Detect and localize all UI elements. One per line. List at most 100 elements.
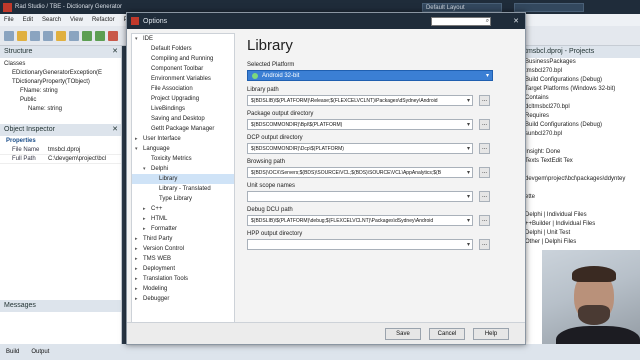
- chevron-down-icon[interactable]: ▾: [467, 96, 470, 105]
- tree-node[interactable]: TDictionaryProperty(TObject): [0, 78, 121, 87]
- project-tree-item[interactable]: tmsbcl270.bpl: [521, 67, 640, 76]
- save-button[interactable]: Save: [385, 328, 421, 340]
- nav-item[interactable]: ▸ Version Control: [132, 244, 234, 254]
- tree-node[interactable]: FName: string: [0, 87, 121, 96]
- project-tree-item[interactable]: [521, 202, 640, 211]
- project-tree-item[interactable]: Target Platforms (Windows 32-bit): [521, 85, 640, 94]
- nav-item[interactable]: Environment Variables: [132, 74, 234, 84]
- menu-item-edit[interactable]: Edit: [23, 17, 33, 23]
- save-all-icon[interactable]: [43, 30, 53, 41]
- browse-button[interactable]: ...: [479, 191, 490, 202]
- nav-item[interactable]: ▾ Language: [132, 144, 234, 154]
- nav-item[interactable]: Saving and Desktop: [132, 114, 234, 124]
- nav-item[interactable]: ▾ Delphi: [132, 164, 234, 174]
- project-tree-item[interactable]: Requires: [521, 112, 640, 121]
- cancel-button[interactable]: Cancel: [429, 328, 465, 340]
- project-tree-item[interactable]: Delphi | Unit Test: [521, 229, 640, 238]
- nav-item[interactable]: Project Upgrading: [132, 94, 234, 104]
- nav-item[interactable]: Type Library: [132, 194, 234, 204]
- properties-tab[interactable]: Properties: [0, 136, 121, 146]
- path-combo[interactable]: $(BDSCOMMONDIR)\Bpl\$(PLATFORM) ▾: [247, 119, 473, 130]
- nav-item[interactable]: ▸ Debugger: [132, 294, 234, 304]
- project-tree-item[interactable]: Contains: [521, 94, 640, 103]
- path-combo[interactable]: $(BDSLIB)\$(PLATFORM)\Release;$(FLEXCELV…: [247, 95, 473, 106]
- project-tree-item[interactable]: Insight: Done: [521, 148, 640, 157]
- tree-node[interactable]: EDictionaryGeneratorException(E: [0, 69, 121, 78]
- nav-item[interactable]: ▸ Modeling: [132, 284, 234, 294]
- run-icon[interactable]: [82, 30, 92, 41]
- property-value[interactable]: C:\devgem\project\bcl: [48, 155, 106, 163]
- bottom-tab-output[interactable]: Output: [31, 349, 49, 355]
- project-tree-item[interactable]: Build Configurations (Debug): [521, 76, 640, 85]
- project-tree-item[interactable]: Delphi | Individual Files: [521, 211, 640, 220]
- browse-button[interactable]: ...: [479, 119, 490, 130]
- tree-node[interactable]: Name: string: [0, 105, 121, 114]
- path-combo[interactable]: ▾: [247, 191, 473, 202]
- ide-search-input[interactable]: [513, 2, 584, 12]
- nav-item[interactable]: ▸ TMS WEB: [132, 254, 234, 264]
- project-tree-item[interactable]: Texts TextEdit Tex: [521, 157, 640, 166]
- run-without-debug-icon[interactable]: [95, 30, 105, 41]
- options-search-input[interactable]: ⌕: [431, 16, 492, 26]
- platform-select[interactable]: Android 32-bit ▾: [247, 70, 493, 81]
- path-combo[interactable]: $(BDS)\OCX\Servers;$(BDS)\SOURCE\VCL;$(B…: [247, 167, 473, 178]
- menu-item-refactor[interactable]: Refactor: [92, 17, 115, 23]
- nav-item[interactable]: Toxicity Metrics: [132, 154, 234, 164]
- chevron-down-icon[interactable]: ▾: [467, 192, 470, 201]
- nav-item[interactable]: LiveBindings: [132, 104, 234, 114]
- nav-item[interactable]: ▸ User Interface: [132, 134, 234, 144]
- project-tree-item[interactable]: Build Configurations (Debug): [521, 121, 640, 130]
- project-tree-item[interactable]: [521, 139, 640, 148]
- undo-icon[interactable]: [69, 30, 79, 41]
- bottom-tab-build[interactable]: Build: [6, 349, 19, 355]
- browse-button[interactable]: ...: [479, 143, 490, 154]
- nav-item[interactable]: GetIt Package Manager: [132, 124, 234, 134]
- nav-item[interactable]: ▸ Formatter: [132, 224, 234, 234]
- project-tree-item[interactable]: Other | Delphi Files: [521, 238, 640, 247]
- menu-item-search[interactable]: Search: [42, 17, 61, 23]
- nav-item[interactable]: Component Toolbar: [132, 64, 234, 74]
- open-folder-icon[interactable]: [17, 30, 27, 41]
- nav-item[interactable]: Compiling and Running: [132, 54, 234, 64]
- property-value[interactable]: tmsbcl.dproj: [48, 146, 80, 154]
- tree-node[interactable]: Classes: [0, 60, 121, 69]
- browse-button[interactable]: ...: [479, 215, 490, 226]
- chevron-down-icon[interactable]: ▾: [467, 168, 470, 177]
- dialog-close-icon[interactable]: ✕: [513, 17, 519, 25]
- project-tree-item[interactable]: ++Builder | Individual Files: [521, 220, 640, 229]
- project-tree-item[interactable]: BusinessPackages: [521, 58, 640, 67]
- menu-item-view[interactable]: View: [70, 17, 83, 23]
- menu-item-file[interactable]: File: [4, 17, 14, 23]
- project-tree-item[interactable]: ette: [521, 193, 640, 202]
- path-combo[interactable]: $(BDSCOMMONDIR)\Dcp\$(PLATFORM) ▾: [247, 143, 473, 154]
- nav-item[interactable]: Library: [132, 174, 234, 184]
- chevron-down-icon[interactable]: ▾: [467, 120, 470, 129]
- project-tree-item[interactable]: [521, 184, 640, 193]
- nav-item[interactable]: ▸ Deployment: [132, 264, 234, 274]
- new-file-icon[interactable]: [4, 30, 14, 41]
- nav-item[interactable]: Library - Translated: [132, 184, 234, 194]
- tree-node[interactable]: Public: [0, 96, 121, 105]
- browse-button[interactable]: ...: [479, 167, 490, 178]
- save-icon[interactable]: [30, 30, 40, 41]
- project-tree-item[interactable]: sunbcl270.bpl: [521, 130, 640, 139]
- chevron-down-icon[interactable]: ▾: [467, 144, 470, 153]
- layout-selector[interactable]: Default Layout: [421, 2, 502, 12]
- close-icon[interactable]: ✕: [112, 124, 118, 136]
- nav-item[interactable]: ▸ Third Party: [132, 234, 234, 244]
- open-project-icon[interactable]: [56, 30, 66, 41]
- project-tree-item[interactable]: [521, 166, 640, 175]
- path-combo[interactable]: $(BDSLIB)\$(PLATFORM)\debug;$(FLEXCELVCL…: [247, 215, 473, 226]
- nav-item[interactable]: ▸ HTML: [132, 214, 234, 224]
- property-row[interactable]: Full Path C:\devgem\project\bcl: [0, 155, 121, 164]
- chevron-down-icon[interactable]: ▾: [467, 240, 470, 249]
- nav-item[interactable]: ▾ IDE: [132, 34, 234, 44]
- property-row[interactable]: File Name tmsbcl.dproj: [0, 146, 121, 155]
- project-tree-item[interactable]: dcltmsbcl270.bpl: [521, 103, 640, 112]
- browse-button[interactable]: ...: [479, 95, 490, 106]
- nav-item[interactable]: Default Folders: [132, 44, 234, 54]
- help-button[interactable]: Help: [473, 328, 509, 340]
- project-tree-item[interactable]: devgem\project\bcl\packages\ddyntey: [521, 175, 640, 184]
- close-icon[interactable]: ✕: [112, 46, 118, 58]
- browse-button[interactable]: ...: [479, 239, 490, 250]
